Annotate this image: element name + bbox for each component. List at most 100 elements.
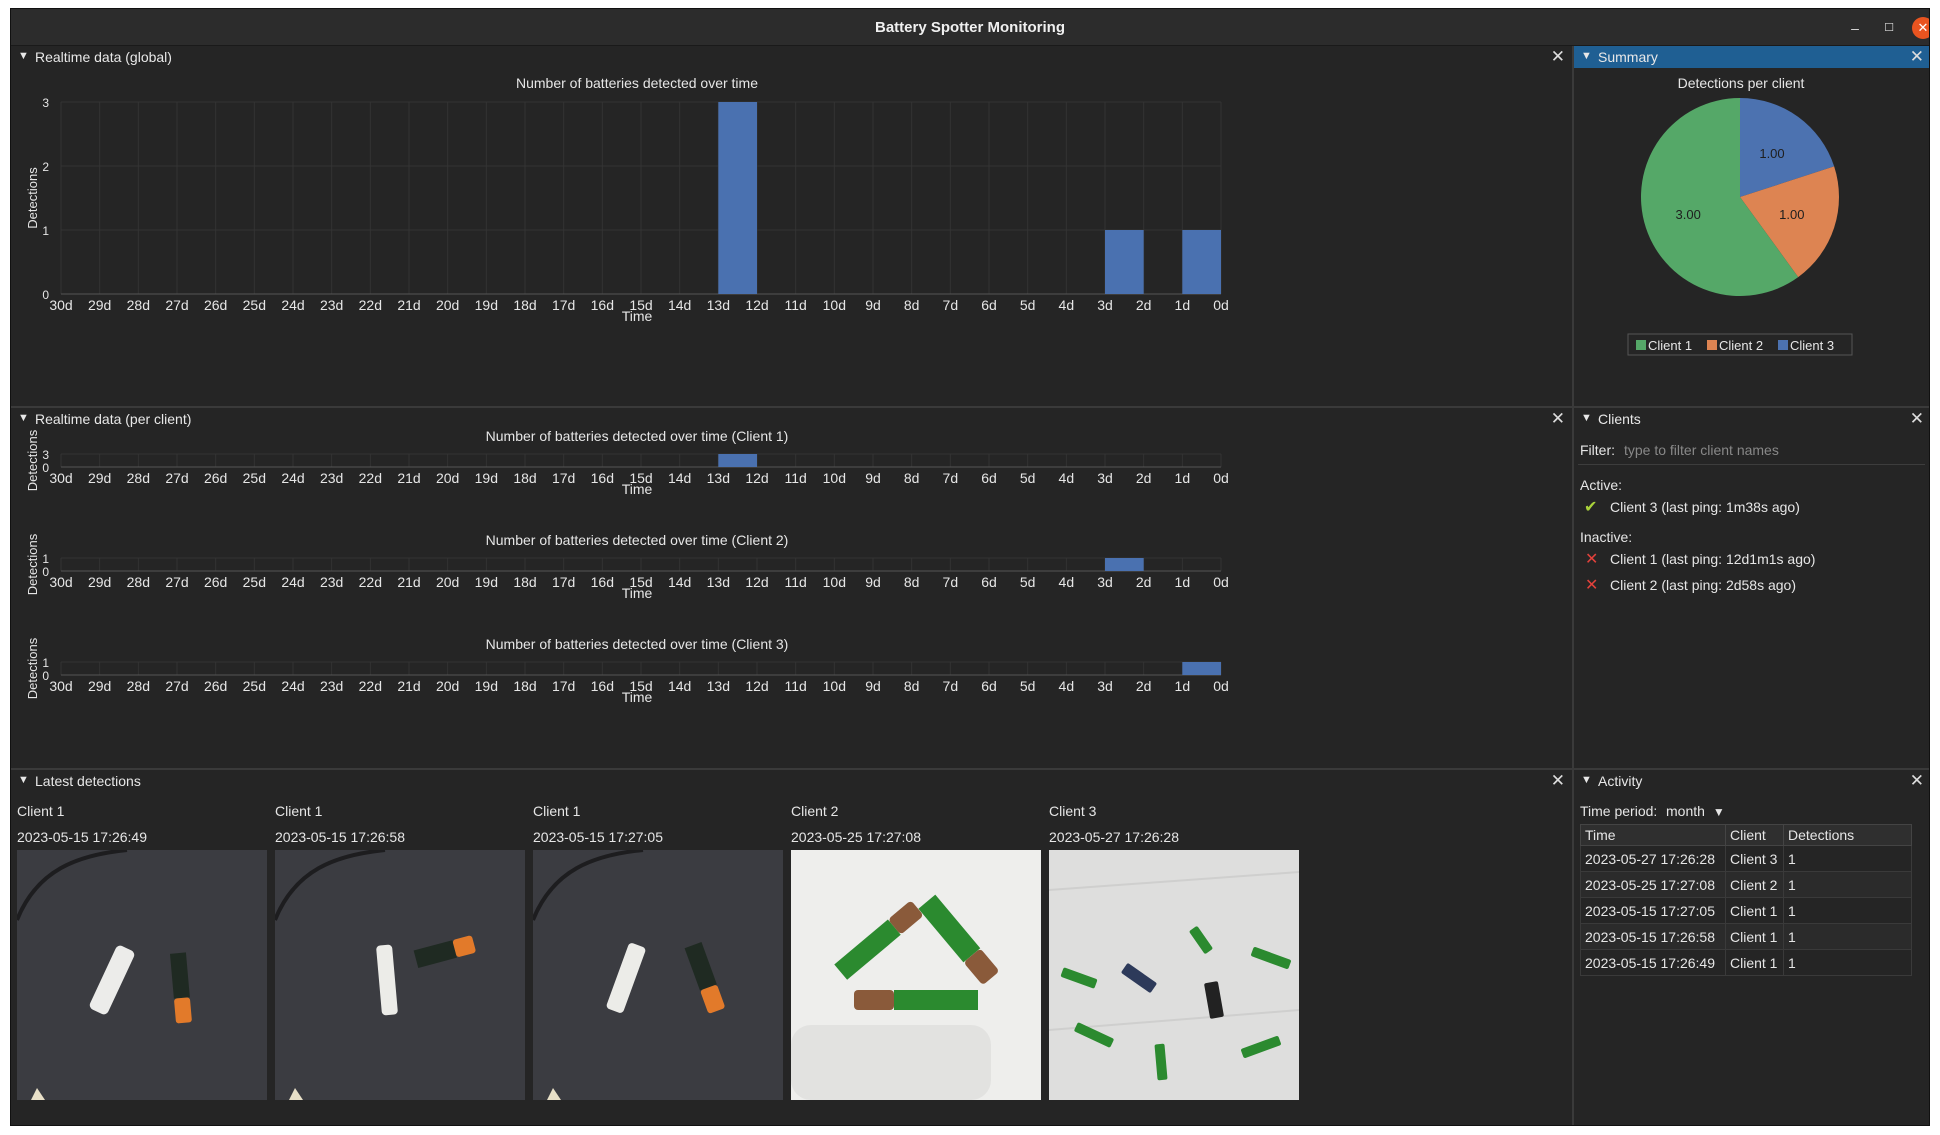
y-axis-label: Detections [25,167,40,229]
close-panel-icon[interactable]: ✕ [1910,47,1924,67]
column-header-detections[interactable]: Detections [1783,824,1912,846]
detection-photo[interactable] [1049,850,1299,1100]
detection-photo[interactable] [275,850,525,1100]
legend-label: Client 1 [1648,338,1692,353]
collapse-arrow-icon[interactable]: ▼ [18,412,29,424]
cell-detections: 1 [1783,897,1912,924]
x-tick-label: 30d [49,297,72,313]
client-item-inactive[interactable]: Client 1 (last ping: 12d1m1s ago) [1610,551,1815,567]
x-tick-label: 0d [1213,297,1229,313]
client-item-active[interactable]: Client 3 (last ping: 1m38s ago) [1610,499,1800,515]
detection-photo[interactable] [791,850,1041,1100]
time-period-value: month [1666,803,1705,819]
x-tick-label: 22d [359,470,382,486]
client-filter-input[interactable] [1624,439,1902,461]
table-row[interactable]: 2023-05-27 17:26:28 Client 31 [1580,845,1912,872]
collapse-arrow-icon[interactable]: ▼ [18,50,29,62]
close-panel-icon[interactable]: ✕ [1910,409,1924,429]
table-row[interactable]: 2023-05-15 17:27:05 Client 11 [1580,897,1912,924]
panel-title: Realtime data (per client) [35,411,192,427]
x-tick-label: 5d [1020,470,1036,486]
x-tick-label: 11d [785,574,807,590]
check-icon: ✔ [1584,499,1598,516]
y-tick-label: 0 [42,669,49,683]
x-tick-label: 24d [281,574,304,590]
detection-time: 2023-05-15 17:26:58 [275,829,405,845]
collapse-arrow-icon[interactable]: ▼ [1581,774,1592,786]
cell-detections: 1 [1783,845,1912,872]
cell-detections: 1 [1783,871,1912,898]
panel-realtime-per-client: ▼ Realtime data (per client) ✕ Number of… [11,408,1572,768]
y-tick-label: 1 [42,552,49,566]
x-tick-label: 2d [1136,297,1152,313]
panel-header-summary[interactable]: ▼ Summary ✕ [1574,46,1929,68]
column-header-client[interactable]: Client [1725,824,1784,846]
bar [718,102,757,294]
x-tick-label: 30d [49,470,72,486]
x-tick-label: 11d [785,678,807,694]
x-tick-label: 2d [1136,574,1152,590]
x-tick-label: 18d [513,574,536,590]
panel-header-activity[interactable]: ▼ Activity ✕ [1574,770,1929,792]
y-axis-label: Detections [25,534,40,595]
collapse-arrow-icon[interactable]: ▼ [1581,50,1592,62]
x-tick-label: 0d [1213,678,1229,694]
cell-client: Client 2 [1725,871,1784,898]
x-tick-label: 25d [243,678,266,694]
dropdown-arrow-icon[interactable]: ▼ [1713,805,1725,819]
x-tick-label: 7d [943,678,959,694]
chart-client-1: Number of batteries detected over time (… [25,430,1229,497]
minimize-icon[interactable]: – [1844,17,1866,39]
y-tick-label: 3 [42,448,49,462]
client-item-inactive[interactable]: Client 2 (last ping: 2d58s ago) [1610,577,1796,593]
panel-header-latest-detections[interactable]: ▼ Latest detections ✕ [11,770,1572,792]
cell-client: Client 1 [1725,897,1784,924]
x-tick-label: 29d [88,678,111,694]
y-tick-label: 0 [42,461,49,475]
x-tick-label: 9d [865,297,881,313]
x-tick-label: 30d [49,678,72,694]
detection-photo[interactable] [17,850,267,1100]
time-period-select[interactable]: month ▼ [1666,803,1725,819]
collapse-arrow-icon[interactable]: ▼ [1581,412,1592,424]
panel-header-realtime-per-client[interactable]: ▼ Realtime data (per client) ✕ [11,408,1572,430]
x-tick-label: 20d [436,574,459,590]
close-panel-icon[interactable]: ✕ [1551,409,1565,429]
x-tick-label: 12d [745,297,768,313]
y-tick-label: 1 [42,224,49,238]
x-tick-label: 1d [1175,678,1191,694]
x-tick-label: 23d [320,574,343,590]
close-icon[interactable]: ✕ [1912,17,1929,39]
x-axis-label: Time [622,689,653,705]
x-tick-label: 2d [1136,470,1152,486]
x-tick-label: 1d [1175,470,1191,486]
x-tick-label: 22d [359,574,382,590]
bar [718,454,757,467]
close-panel-icon[interactable]: ✕ [1551,771,1565,791]
table-row[interactable]: 2023-05-25 17:27:08 Client 21 [1580,871,1912,898]
x-tick-label: 4d [1059,470,1075,486]
maximize-icon[interactable]: ☐ [1878,17,1900,39]
panel-header-clients[interactable]: ▼ Clients ✕ [1574,408,1929,430]
table-row[interactable]: 2023-05-15 17:26:58 Client 11 [1580,923,1912,950]
x-tick-label: 14d [668,297,691,313]
x-tick-label: 19d [475,574,498,590]
cell-client: Client 1 [1725,949,1784,976]
chart-client-3: Number of batteries detected over time (… [25,638,1229,705]
column-header-time[interactable]: Time [1580,824,1726,846]
close-panel-icon[interactable]: ✕ [1910,771,1924,791]
chart-title: Number of batteries detected over time (… [486,430,789,444]
x-tick-label: 23d [320,470,343,486]
legend-swatch [1707,340,1717,350]
x-tick-label: 16d [591,470,614,486]
legend: Client 1 Client 2 Client 3 [1627,333,1853,356]
close-panel-icon[interactable]: ✕ [1551,47,1565,67]
panel-header-realtime-global[interactable]: ▼ Realtime data (global) ✕ [11,46,1572,68]
panel-realtime-global: ▼ Realtime data (global) ✕ Number of bat… [11,46,1572,406]
collapse-arrow-icon[interactable]: ▼ [18,774,29,786]
x-tick-label: 21d [397,470,420,486]
table-row[interactable]: 2023-05-15 17:26:49 Client 11 [1580,949,1912,976]
detection-photo[interactable] [533,850,783,1100]
time-period-label: Time period: [1580,803,1658,819]
chart-pie: Detections per client 1.00 1.00 3.00 Client … [1627,75,1853,356]
